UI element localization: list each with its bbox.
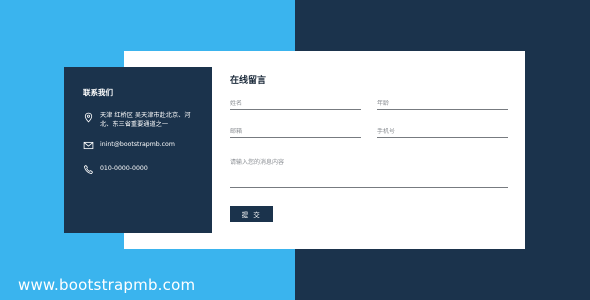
envelope-icon [83, 140, 94, 151]
phone-field [377, 128, 508, 138]
location-pin-icon [83, 112, 94, 123]
email-field [230, 128, 361, 138]
age-field [377, 100, 508, 110]
contact-address: 天津 红桥区 吴天津市赴北京、河北、东三省重要通道之一 [83, 111, 192, 129]
contact-title: 联系我们 [83, 88, 113, 97]
name-field [230, 100, 361, 110]
message-field [230, 157, 508, 188]
contact-email: inint@bootstrapmb.com [83, 139, 175, 151]
phone-icon [83, 164, 94, 175]
name-input[interactable] [230, 100, 361, 107]
message-input[interactable] [230, 157, 508, 185]
site-watermark: www.bootstrapmb.com [18, 276, 196, 294]
contact-email-text[interactable]: inint@bootstrapmb.com [100, 139, 175, 150]
contact-panel: 联系我们 天津 红桥区 吴天津市赴北京、河北、东三省重要通道之一 inint@b… [64, 67, 212, 233]
email-input[interactable] [230, 128, 361, 135]
contact-phone-text: 010-0000-0000 [100, 165, 148, 172]
form-title: 在线留言 [230, 76, 267, 86]
contact-address-text: 天津 红桥区 吴天津市赴北京、河北、东三省重要通道之一 [100, 112, 191, 128]
age-input[interactable] [377, 100, 508, 107]
submit-button[interactable]: 提 交 [230, 206, 273, 222]
contact-phone: 010-0000-0000 [83, 163, 148, 175]
phone-input[interactable] [377, 128, 508, 135]
